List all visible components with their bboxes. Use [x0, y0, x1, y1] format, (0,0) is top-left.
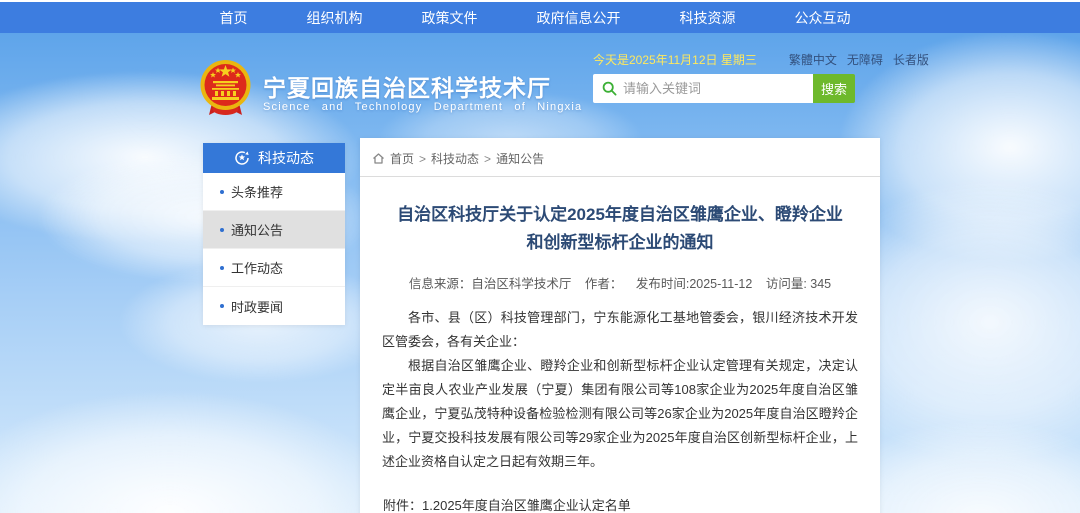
top-navigation-items: 首页 组织机构 政策文件 政府信息公开 科技资源 公众互动: [190, 2, 880, 33]
sidebar-item-label: 时政要闻: [231, 297, 283, 316]
search-input[interactable]: [623, 76, 813, 101]
cloud-decoration: [0, 392, 400, 513]
bullet-dot-icon: [220, 266, 224, 270]
star-circle-icon: [234, 150, 250, 166]
search-icon: [602, 81, 617, 96]
meta-publish-time: 发布时间:2025-11-12: [636, 277, 753, 291]
nav-item-public-interaction[interactable]: 公众互动: [795, 8, 851, 28]
meta-source: 信息来源：自治区科学技术厅: [409, 277, 572, 291]
home-icon: [372, 152, 385, 165]
attachments-list: 1.2025年度自治区雏鹰企业认定名单 2.2025年度自治区瞪羚企业认定名单 …: [422, 494, 670, 513]
nav-item-tech-resources[interactable]: 科技资源: [680, 8, 736, 28]
top-utility-bar: 今天是2025年11月12日 星期三 繁體中文 无障碍 长者版: [593, 52, 873, 66]
link-elderly-version[interactable]: 长者版: [893, 51, 929, 68]
sidebar-item-headlines[interactable]: 头条推荐: [203, 173, 345, 211]
breadcrumb-separator: >: [419, 152, 426, 166]
top-navigation-bar: 首页 组织机构 政策文件 政府信息公开 科技资源 公众互动: [0, 2, 1080, 33]
sidebar-item-label: 通知公告: [231, 220, 283, 239]
article-panel: 首页 > 科技动态 > 通知公告 自治区科技厅关于认定2025年度自治区雏鹰企业…: [360, 138, 880, 513]
article-title-line2: 和创新型标杆企业的通知: [378, 229, 862, 257]
nav-item-home[interactable]: 首页: [220, 8, 248, 28]
meta-views: 访问量: 345: [766, 277, 831, 291]
link-accessibility[interactable]: 无障碍: [847, 51, 883, 68]
site-subtitle: Science and Technology Department of Nin…: [263, 101, 582, 113]
article-body: 各市、县（区）科技管理部门，宁东能源化工基地管委会，银川经济技术开发区管委会，各…: [360, 292, 880, 474]
sidebar-item-label: 工作动态: [231, 258, 283, 277]
sidebar-item-political-news[interactable]: 时政要闻: [203, 287, 345, 325]
sidebar-item-notices[interactable]: 通知公告: [203, 211, 345, 249]
sidebar-item-work-dynamics[interactable]: 工作动态: [203, 249, 345, 287]
article-paragraph: 各市、县（区）科技管理部门，宁东能源化工基地管委会，银川经济技术开发区管委会，各…: [382, 306, 858, 354]
article-title: 自治区科技厅关于认定2025年度自治区雏鹰企业、瞪羚企业 和创新型标杆企业的通知: [378, 201, 862, 257]
breadcrumb-notices[interactable]: 通知公告: [496, 150, 544, 167]
sidebar-tech-dynamics: 科技动态 头条推荐 通知公告 工作动态 时政要闻: [203, 143, 345, 325]
breadcrumb-separator: >: [484, 152, 491, 166]
article-meta: 信息来源：自治区科学技术厅 作者： 发布时间:2025-11-12 访问量: 3…: [360, 273, 880, 292]
sidebar-header: 科技动态: [203, 143, 345, 173]
bullet-dot-icon: [220, 228, 224, 232]
nav-item-policy-documents[interactable]: 政策文件: [422, 8, 478, 28]
search-bar: 搜索: [593, 74, 855, 103]
sidebar-title: 科技动态: [258, 148, 314, 168]
nav-item-gov-info-disclosure[interactable]: 政府信息公开: [537, 8, 621, 28]
page: 首页 组织机构 政策文件 政府信息公开 科技资源 公众互动: [0, 0, 1080, 513]
bullet-dot-icon: [220, 190, 224, 194]
nav-item-organization[interactable]: 组织机构: [307, 8, 363, 28]
breadcrumb-home[interactable]: 首页: [390, 150, 414, 167]
attachments-label: 附件：: [383, 494, 422, 513]
site-title: 宁夏回族自治区科学技术厅: [263, 69, 551, 103]
bullet-dot-icon: [220, 304, 224, 308]
sidebar-item-label: 头条推荐: [231, 182, 283, 201]
site-header: 宁夏回族自治区科学技术厅 Science and Technology Depa…: [0, 33, 1080, 138]
breadcrumb-tech-dynamics[interactable]: 科技动态: [431, 150, 479, 167]
search-button[interactable]: 搜索: [813, 74, 855, 103]
attachments-block: 附件： 1.2025年度自治区雏鹰企业认定名单 2.2025年度自治区瞪羚企业认…: [383, 494, 858, 513]
article-title-line1: 自治区科技厅关于认定2025年度自治区雏鹰企业、瞪羚企业: [378, 201, 862, 229]
link-traditional-chinese[interactable]: 繁體中文: [789, 51, 837, 68]
breadcrumb: 首页 > 科技动态 > 通知公告: [360, 138, 880, 177]
attachment-eagle-list-link[interactable]: 1.2025年度自治区雏鹰企业认定名单: [422, 494, 670, 513]
current-date: 今天是2025年11月12日 星期三: [593, 51, 757, 68]
article-paragraph: 根据自治区雏鹰企业、瞪羚企业和创新型标杆企业认定管理有关规定，决定认定半亩良人农…: [382, 354, 858, 474]
meta-author: 作者：: [585, 277, 623, 291]
national-emblem-logo: [199, 59, 252, 119]
search-box: [593, 74, 813, 103]
